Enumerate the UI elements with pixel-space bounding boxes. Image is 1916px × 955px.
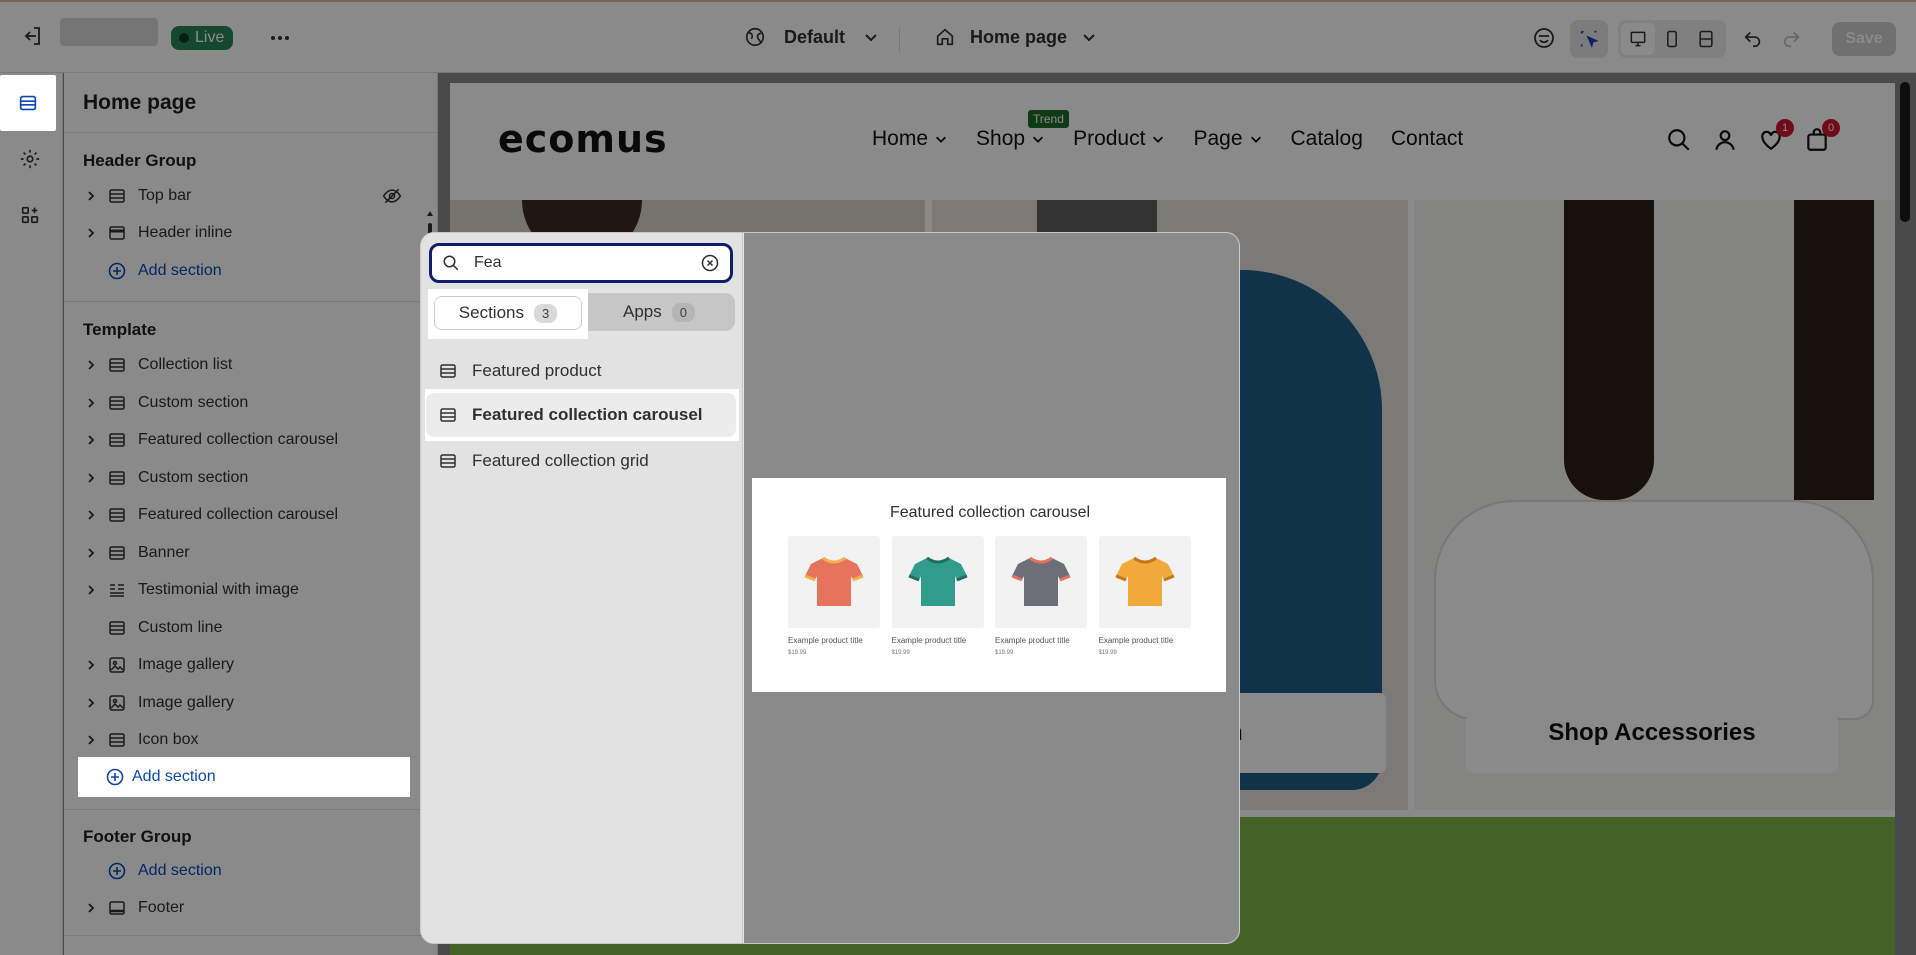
add-section-template-highlight[interactable]: Add section	[78, 757, 410, 797]
section-search-input[interactable]: Fea	[429, 243, 733, 283]
preview-product: Example product title $19.99	[891, 536, 984, 656]
product-price: $19.99	[788, 650, 807, 656]
result-label: Featured collection carousel	[472, 405, 703, 424]
tab-label: Apps	[623, 302, 662, 321]
preview-title: Featured collection carousel	[889, 504, 1091, 521]
preview-product: Example product title $19.99	[788, 536, 880, 656]
modal-results-pane: Fea Apps 0 Sections 3 Featured product F…	[421, 233, 743, 943]
tab-count: 0	[671, 302, 695, 322]
section-icon	[428, 452, 468, 470]
result-featured-product[interactable]: Featured product	[426, 349, 736, 393]
preview-product: Example product title $19.99	[1098, 536, 1191, 656]
search-icon	[443, 255, 459, 271]
search-value: Fea	[474, 254, 502, 271]
plus-circle-icon	[78, 768, 132, 786]
sections-rail-button-highlight[interactable]	[0, 75, 56, 131]
tab-count: 3	[533, 303, 558, 323]
product-price: $19.99	[891, 650, 910, 656]
tab-label: Sections	[458, 303, 524, 322]
result-featured-collection-grid[interactable]: Featured collection grid	[426, 439, 736, 483]
preview-product: Example product title $19.99	[995, 536, 1087, 656]
section-icon	[428, 406, 468, 424]
tshirt-icon	[995, 536, 1087, 628]
add-section-label: Add section	[132, 768, 216, 785]
product-title: Example product title	[788, 636, 863, 645]
tshirt-icon	[788, 536, 880, 628]
product-price: $19.99	[995, 650, 1014, 656]
result-featured-collection-carousel[interactable]: Featured collection carousel	[426, 393, 736, 437]
clear-search-icon[interactable]	[700, 253, 720, 273]
section-icon	[428, 362, 468, 380]
tab-apps[interactable]: Apps 0	[589, 296, 729, 328]
product-title: Example product title	[891, 636, 967, 645]
result-label: Featured collection grid	[472, 451, 649, 470]
product-title: Example product title	[1098, 636, 1174, 645]
tshirt-icon	[891, 536, 984, 628]
sections-icon	[19, 95, 37, 111]
result-label: Featured product	[472, 361, 602, 380]
tshirt-icon	[1098, 536, 1191, 628]
product-price: $19.99	[1098, 650, 1117, 656]
section-preview-card: Featured collection carousel Example pro…	[762, 496, 1218, 684]
product-title: Example product title	[995, 636, 1070, 645]
tab-sections[interactable]: Sections 3	[434, 296, 582, 330]
